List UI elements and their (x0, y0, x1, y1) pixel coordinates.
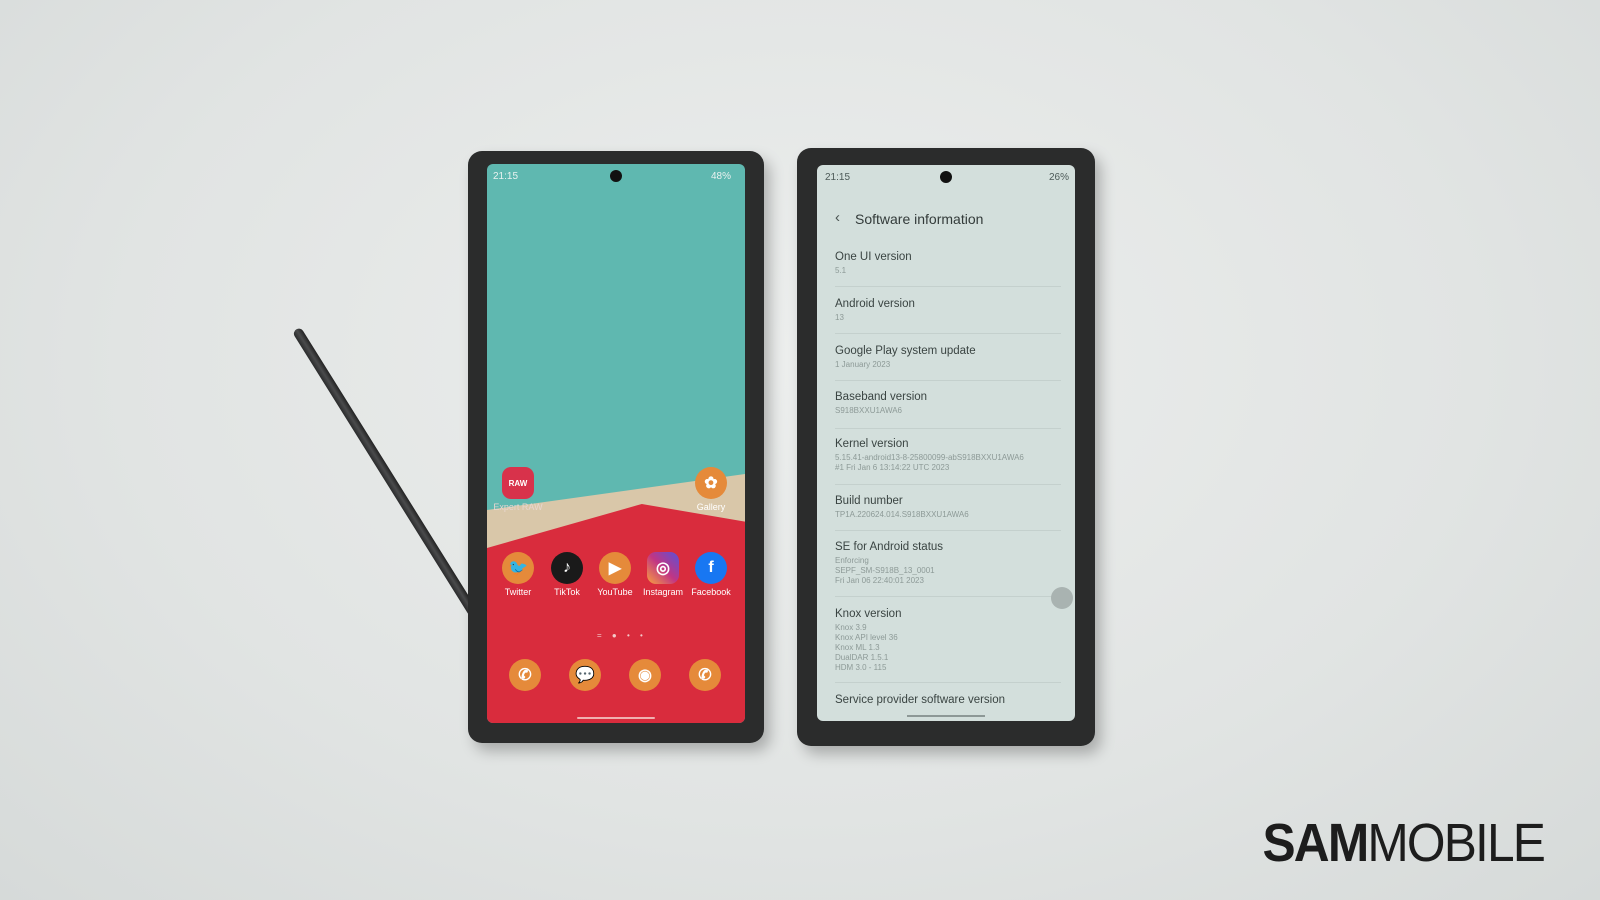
item-title: Build number (835, 495, 903, 507)
dock-messages[interactable]: 💬 (560, 659, 610, 691)
instagram-icon: ◎ (647, 552, 679, 584)
item-value: S918BXXU1AWA6 (835, 406, 902, 415)
item-title: Knox version (835, 608, 902, 620)
camera-cutout (610, 170, 622, 182)
page-title: Software information (855, 211, 984, 227)
item-value: 1 January 2023 (835, 360, 891, 369)
status-battery: 48% (710, 171, 731, 182)
app-youtube[interactable]: ▶ YouTube (590, 552, 640, 597)
status-time: 21:15 (493, 171, 519, 182)
app-label: TikTok (554, 587, 580, 597)
s-pen (292, 326, 497, 646)
tiktok-icon: ♪ (551, 552, 583, 584)
item-title: Service provider software version (835, 694, 1006, 706)
item-title: Google Play system update (835, 345, 976, 357)
item-title: SE for Android status (835, 541, 944, 553)
twitter-icon: 🐦 (502, 552, 534, 584)
item-value: 5.1 (835, 266, 847, 275)
item-value: 13 (835, 313, 844, 322)
app-label: Facebook (691, 587, 731, 597)
app-label: YouTube (597, 587, 633, 597)
app-twitter[interactable]: 🐦 Twitter (493, 552, 543, 597)
left-phone-screen: 21:15 48% RAW Expert RAW ✿ Gallery 🐦 Twit… (487, 164, 745, 723)
list-item[interactable]: Baseband version S918BXXU1AWA6 (835, 391, 1061, 429)
list-item[interactable]: Android version 13 (835, 298, 1061, 334)
camera-icon: ◉ (629, 659, 661, 691)
back-button[interactable]: ‹ (835, 209, 840, 226)
item-value: 5.15.41-android13-8-25800099-abS918BXXU1… (835, 453, 1024, 472)
item-value: TP1A.220624.014.S918BXXU1AWA6 (835, 510, 969, 519)
sammobile-watermark: SAMMOBILE (1262, 813, 1545, 873)
item-title: Baseband version (835, 391, 928, 403)
list-item[interactable]: SE for Android status Enforcing SEPF_SM-S… (835, 541, 1061, 597)
expert-raw-icon: RAW (502, 467, 534, 499)
camera-cutout (940, 171, 952, 183)
home-bar (577, 717, 655, 719)
right-phone-screen: 21:15 26% ‹ Software information One UI … (817, 165, 1075, 721)
app-gallery[interactable]: ✿ Gallery (686, 467, 736, 512)
youtube-icon: ▶ (599, 552, 631, 584)
app-label: Instagram (642, 587, 684, 597)
app-label: Gallery (696, 502, 726, 512)
item-value: Knox 3.9 Knox API level 36 Knox ML 1.3 D… (835, 623, 898, 672)
list-item[interactable]: Google Play system update 1 January 2023 (835, 345, 1061, 381)
item-value: Enforcing SEPF_SM-S918B_13_0001 Fri Jan … (835, 556, 935, 585)
status-time: 21:15 (825, 172, 851, 183)
list-item[interactable]: Knox version Knox 3.9 Knox API level 36 K… (835, 608, 1061, 683)
item-title: Kernel version (835, 438, 909, 450)
app-label: Twitter (504, 587, 532, 597)
status-battery: 26% (1048, 172, 1069, 183)
app-expert-raw[interactable]: RAW Expert RAW (493, 467, 543, 512)
dock-phone[interactable]: ✆ (500, 659, 550, 691)
list-item[interactable]: One UI version 5.1 (835, 251, 1061, 287)
list-item[interactable]: Kernel version 5.15.41-android13-8-258000… (835, 438, 1061, 485)
dock-whatsapp[interactable]: ✆ (680, 659, 730, 691)
item-title: One UI version (835, 251, 912, 263)
home-bar (907, 715, 985, 717)
phone-icon: ✆ (509, 659, 541, 691)
app-instagram[interactable]: ◎ Instagram (638, 552, 688, 597)
app-tiktok[interactable]: ♪ TikTok (542, 552, 592, 597)
app-facebook[interactable]: f Facebook (686, 552, 736, 597)
item-title: Android version (835, 298, 915, 310)
gallery-icon: ✿ (695, 467, 727, 499)
facebook-icon: f (695, 552, 727, 584)
list-item[interactable]: Build number TP1A.220624.014.S918BXXU1AWA… (835, 495, 1061, 531)
messages-icon: 💬 (569, 659, 601, 691)
edit-floating-button[interactable] (1051, 587, 1073, 609)
page-indicator: = ● • • (597, 631, 647, 640)
whatsapp-icon: ✆ (689, 659, 721, 691)
dock-camera[interactable]: ◉ (620, 659, 670, 691)
app-label: Expert RAW (493, 502, 543, 512)
